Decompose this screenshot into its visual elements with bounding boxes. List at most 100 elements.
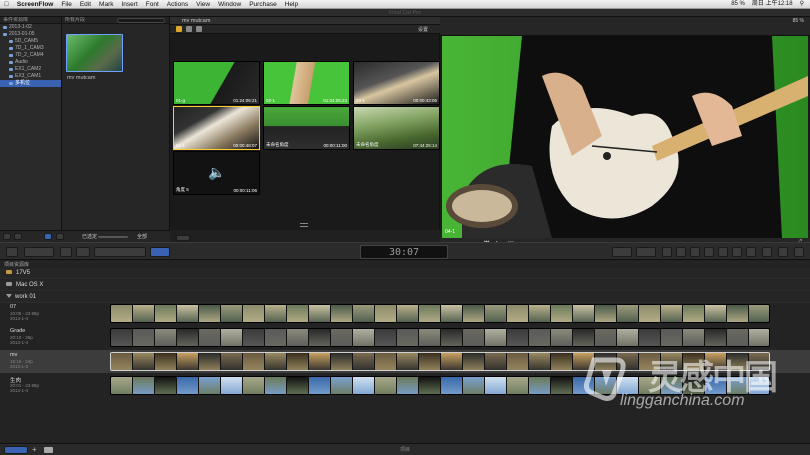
zoom-level[interactable]: 85 % [793,18,804,24]
event-item[interactable]: 2013-1-02 [0,24,61,31]
select-tool-button[interactable] [150,247,170,257]
menu-view[interactable]: View [196,0,210,9]
share-icon[interactable] [794,247,804,257]
music-icon[interactable] [690,247,700,257]
filmstrip-frame [331,329,353,346]
menu-window[interactable]: Window [218,0,241,9]
battery-label[interactable]: 85 % [731,0,745,9]
library-toggle-button[interactable] [6,247,18,257]
view-dropdown[interactable] [176,235,190,241]
event-icon [9,40,13,43]
edit-tools-group[interactable] [94,247,146,257]
list-view-button[interactable] [56,233,64,240]
event-item[interactable]: EX1_CAM2 [0,66,61,73]
disclosure-triangle-icon[interactable] [6,294,12,299]
event-item[interactable]: 7D_1_CAM3 [0,45,61,52]
menu-app[interactable]: ScreenFlow [17,0,53,9]
menu-purchase[interactable]: Purchase [249,0,276,9]
angle-thumbnail[interactable]: 04-1 00:00:48:07 [173,106,260,150]
menu-file[interactable]: File [61,0,71,9]
filmstrip-frame [309,377,331,394]
menu-actions[interactable]: Actions [167,0,188,9]
project-filmstrip[interactable] [110,352,770,371]
menu-font[interactable]: Font [146,0,159,9]
filmstrip-frame [683,329,705,346]
transitions-icon[interactable] [704,247,714,257]
camera-icon[interactable] [676,247,686,257]
video-audio-switch-icon[interactable] [176,26,182,32]
event-item[interactable]: EX3_CAM1 [0,73,61,80]
menu-mark[interactable]: Mark [99,0,113,9]
project-filmstrip[interactable] [110,328,770,347]
event-item[interactable]: 多机位 [0,80,61,87]
project-row[interactable]: 07 10:05 - 23.98p 2013-1-4 [0,302,810,325]
angle-thumbnail[interactable]: 02-1 01:24:06:23 [263,61,350,105]
angle-thumbnail[interactable]: 未命名角度 07:44:25:14 [353,106,440,150]
folder-row[interactable]: 17V5 [0,268,810,279]
event-label: EX3_CAM1 [15,73,42,79]
filmstrip-frame [529,329,551,346]
import-button[interactable] [24,247,54,257]
filmstrip-frame [749,377,769,394]
generators-icon[interactable] [732,247,742,257]
filmstrip-frame [485,329,507,346]
inspector-toggle-icon[interactable] [778,247,788,257]
apple-icon[interactable]:  [4,0,9,9]
menu-insert[interactable]: Insert [122,0,138,9]
menu-help[interactable]: Help [285,0,298,9]
event-item[interactable]: 5D_CAM5 [0,38,61,45]
project-library-button[interactable] [60,247,72,257]
filmstrip-frame [441,353,463,370]
filmstrip-frame [243,329,265,346]
filmstrip-frame [573,305,595,322]
titles-icon[interactable] [718,247,728,257]
retime-button[interactable] [636,247,656,257]
filmstrip-frame [661,329,683,346]
angle-name: 01-g [176,98,186,103]
filmstrip-frame [287,329,309,346]
filmstrip-frame [353,353,375,370]
filmstrip-frame [243,377,265,394]
angle-viewer-header: mv mutcam [170,17,440,25]
project-filmstrip[interactable] [110,376,770,395]
filmstrip-frame [243,353,265,370]
project-library: 项目资源库 17V5 Mac OS X work 01 07 10:05 - 23… [0,260,810,443]
filmstrip-frame [133,377,155,394]
inspector-icon[interactable] [662,247,672,257]
angle-thumbnail[interactable]: 01-g 01:24:06:21 [173,61,260,105]
enhancements-button[interactable] [612,247,632,257]
dashboard-timecode[interactable]: 30:07 [360,245,448,259]
folder-row[interactable]: Mac OS X [0,280,810,291]
filmstrip-frame [111,305,133,322]
project-row[interactable]: 生肉 20:01 - 23.98p 2013-1-4 [0,374,810,397]
angle-thumbnail[interactable]: 未命名角度 00:00:11:00 [263,106,350,150]
search-icon[interactable]: ⚲ [800,0,804,9]
search-input[interactable] [117,18,165,23]
filmstrip-frame [485,305,507,322]
multicam-clip-thumbnail[interactable]: mv mutcam [66,34,123,81]
angle-thumbnail[interactable]: 03-1 00:00:43:05 [353,61,440,105]
gear-icon[interactable] [14,233,22,240]
audio-only-switch-icon[interactable] [196,26,202,32]
event-item[interactable]: 7D_2_CAM4 [0,52,61,59]
project-row[interactable]: Grade 20:10 - 25p 2013-1-4 [0,326,810,349]
filmstrip-view-button[interactable] [44,233,52,240]
angle-thumbnail[interactable]: 🔈 角度 5 00:00:11:06 [173,151,260,195]
filmstrip-frame [353,329,375,346]
menu-edit[interactable]: Edit [80,0,91,9]
project-row[interactable]: mv 15:15 - 24p 2013-1-3 [0,350,810,373]
settings-dropdown[interactable]: 设置 [418,26,428,33]
effects-icon[interactable] [762,247,772,257]
project-filmstrip[interactable] [110,304,770,323]
show-library-button[interactable] [3,233,11,240]
event-item[interactable]: Audio [0,59,61,66]
zoom-slider[interactable] [98,236,128,238]
keyword-icon[interactable] [76,247,90,257]
clock[interactable]: 周日 上午12:18 [752,0,793,9]
filter-dropdown[interactable]: 全部 [137,233,147,240]
event-item[interactable]: 2013-01-05 [0,31,61,38]
themes-icon[interactable] [746,247,756,257]
resize-handle-icon[interactable] [300,223,308,227]
event-icon [9,61,13,64]
video-only-switch-icon[interactable] [186,26,192,32]
